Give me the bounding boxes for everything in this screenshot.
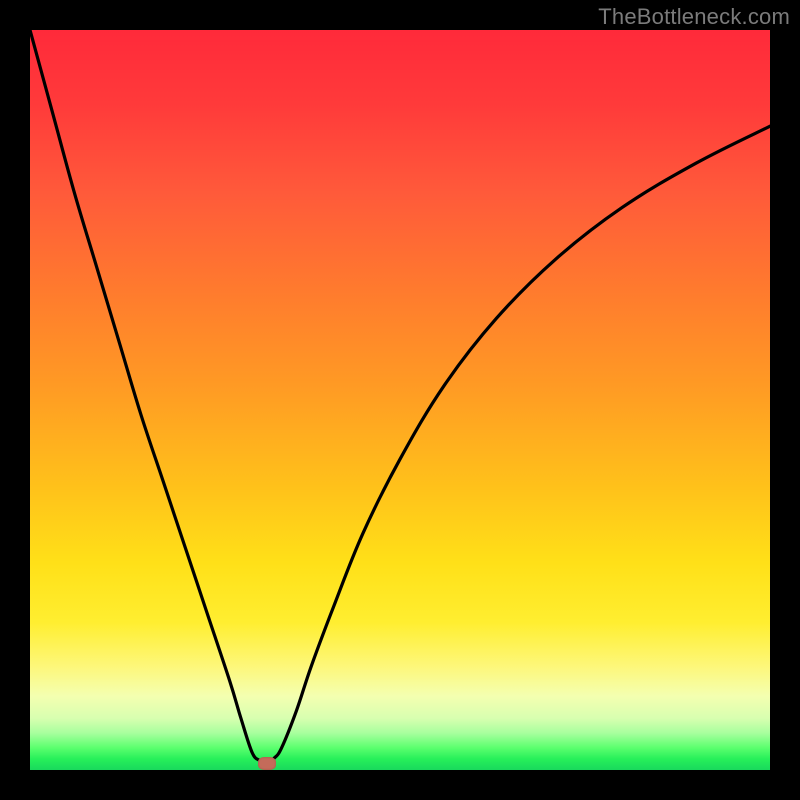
- plot-area: [30, 30, 770, 770]
- chart-frame: TheBottleneck.com: [0, 0, 800, 800]
- optimal-point-marker: [258, 757, 276, 770]
- watermark-text: TheBottleneck.com: [0, 4, 800, 30]
